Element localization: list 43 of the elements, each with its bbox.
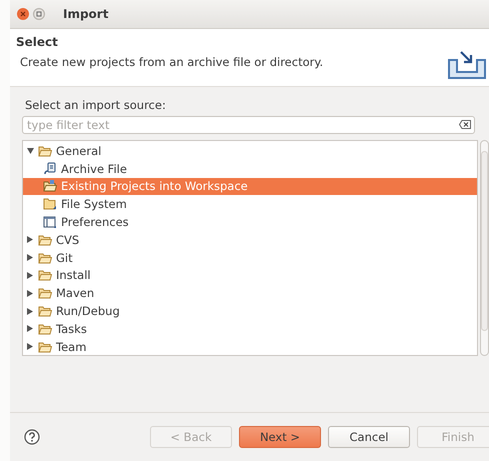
dialog-button[interactable]: Cancel [328,426,410,448]
expand-arrow-icon[interactable] [27,254,33,262]
preferences-icon [43,216,57,229]
filter-field[interactable]: type filter text [22,116,475,134]
folder-icon [43,198,57,210]
folder-icon [38,340,52,353]
tree-item[interactable]: Maven [23,284,478,302]
tree-item[interactable]: Preferences [23,213,478,231]
collapse-arrow-icon[interactable] [26,148,34,154]
tree-item[interactable]: CVS [23,230,478,249]
source-label: Select an import source: [24,98,167,112]
tree-item[interactable]: General [23,142,478,160]
expand-arrow-icon[interactable] [27,290,33,297]
scrollbar[interactable] [480,140,489,356]
maximize-button[interactable] [33,8,45,20]
folder-icon [38,234,52,246]
folder-icon [38,269,52,282]
folder-icon [38,252,52,264]
tree-item[interactable]: Git [23,248,478,267]
folder-icon [38,322,52,335]
close-button[interactable] [17,8,29,20]
clear-icon[interactable] [459,120,471,129]
tree-item[interactable]: Run/Debug [23,302,478,320]
expand-arrow-icon[interactable] [27,272,33,279]
tree-item[interactable]: Install [23,266,478,284]
tree-item[interactable]: Team [23,338,478,355]
tree-item[interactable]: Archive File [23,160,478,178]
dialog-button[interactable]: Next > [239,426,321,448]
folder-icon [38,305,52,318]
jar-icon [43,162,57,176]
tree-item[interactable]: File System [23,195,478,214]
page-title: Select [16,35,59,49]
window-title: Import [63,7,108,21]
project-folder-icon [43,180,57,192]
folder-icon [38,144,52,157]
page-description: Create new projects from an archive file or directory. [20,55,324,69]
help-icon[interactable] [24,429,40,445]
folder-icon [38,287,52,300]
expand-arrow-icon[interactable] [27,308,33,315]
expand-arrow-icon[interactable] [27,236,33,244]
expand-arrow-icon[interactable] [27,325,33,332]
tree-item[interactable]: Tasks [23,320,478,338]
expand-arrow-icon[interactable] [27,343,33,350]
